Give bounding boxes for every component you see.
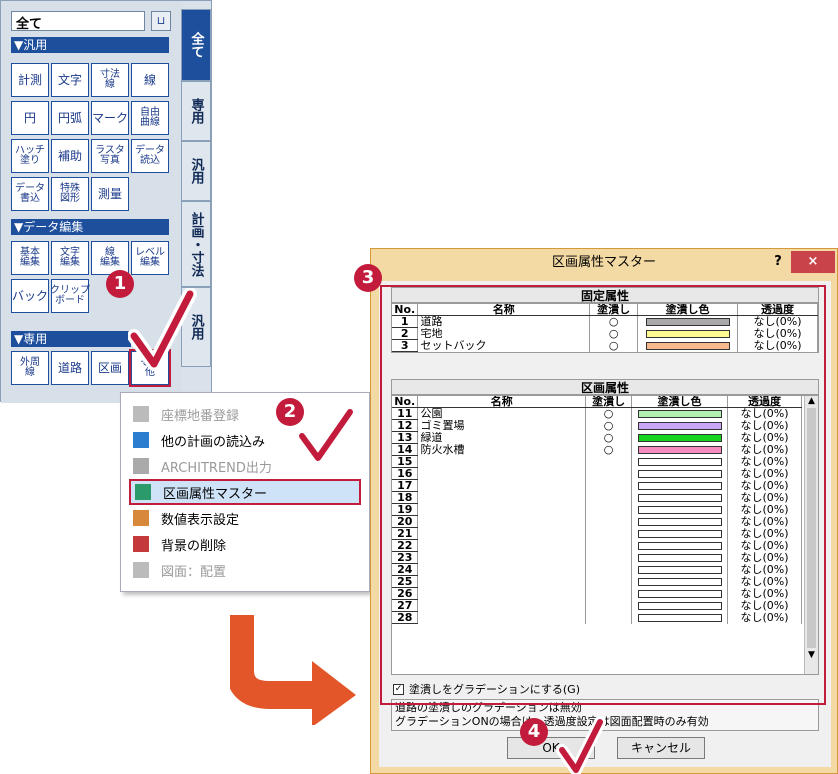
- tool-button[interactable]: 円: [11, 101, 49, 135]
- tool-button[interactable]: 基本 編集: [11, 241, 49, 275]
- tab-special[interactable]: 専用: [181, 81, 211, 141]
- menu-item-label: 他の計画の読込み: [161, 434, 266, 450]
- lot-attribute-master-dialog: 区画属性マスター ? × 固定属性 No. 名称 塗潰し 塗潰し色 透過度 1道…: [370, 248, 838, 774]
- tab-plan-dimension[interactable]: 計画・寸法: [181, 201, 211, 287]
- tool-button[interactable]: 測量: [91, 177, 129, 211]
- flow-arrow-icon: [230, 615, 356, 725]
- check-mark-icon: [128, 288, 197, 371]
- tool-button[interactable]: 計測: [11, 63, 49, 97]
- tool-button[interactable]: データ 書込: [11, 177, 49, 211]
- tool-button[interactable]: 円弧: [51, 101, 89, 135]
- help-button[interactable]: ?: [768, 251, 788, 273]
- tool-button[interactable]: クリップ ボード: [50, 279, 90, 313]
- tool-button[interactable]: 文字: [51, 63, 89, 97]
- menu-item[interactable]: 区画属性マスター: [129, 479, 361, 505]
- grid-icon: [133, 406, 149, 422]
- tool-button[interactable]: 特殊 図形: [51, 177, 89, 211]
- step-badge-4: 4: [520, 718, 548, 746]
- check-mark-icon: [296, 406, 356, 465]
- menu-item-label: ARCHITREND出力: [161, 460, 272, 476]
- numeric-display-icon: [133, 510, 149, 526]
- architrend-icon: [133, 458, 149, 474]
- menu-item-label: 座標地番登録: [161, 408, 240, 424]
- step-badge-3: 3: [354, 264, 382, 292]
- menu-item-label: 背景の削除: [161, 538, 227, 554]
- pin-button[interactable]: ⊔: [151, 11, 171, 31]
- tool-button[interactable]: 寸法 線: [91, 63, 129, 97]
- cancel-button[interactable]: キャンセル: [617, 737, 705, 759]
- menu-item-label: 数値表示設定: [161, 512, 240, 528]
- tool-button[interactable]: マーク: [91, 101, 129, 135]
- menu-item[interactable]: 数値表示設定: [129, 505, 361, 531]
- check-mark-icon: [556, 716, 606, 774]
- tool-button[interactable]: 外周 線: [11, 351, 49, 385]
- tool-button[interactable]: バック: [11, 279, 49, 313]
- tab-all[interactable]: 全て: [181, 9, 211, 81]
- tool-button[interactable]: 自由 曲線: [131, 101, 169, 135]
- tool-button[interactable]: 線: [131, 63, 169, 97]
- tab-general[interactable]: 汎用: [181, 141, 211, 201]
- tool-button[interactable]: ラスタ 写真: [91, 139, 129, 173]
- menu-item[interactable]: 背景の削除: [129, 531, 361, 557]
- menu-item-label: 区画属性マスター: [163, 486, 268, 502]
- close-button[interactable]: ×: [791, 251, 835, 273]
- section-data-edit[interactable]: ▼データ編集: [11, 219, 169, 235]
- tool-button[interactable]: 補助: [51, 139, 89, 173]
- lot-attribute-icon: [135, 484, 151, 500]
- drawing-layout-icon: [133, 562, 149, 578]
- tool-button[interactable]: 道路: [51, 351, 89, 385]
- tool-button[interactable]: 文字 編集: [51, 241, 89, 275]
- highlight-frame: [380, 285, 826, 705]
- menu-item[interactable]: 図面：配置: [129, 557, 361, 583]
- background-delete-icon: [133, 536, 149, 552]
- tool-button[interactable]: ハッチ 塗り: [11, 139, 49, 173]
- section-general[interactable]: ▼汎用: [11, 37, 169, 53]
- tool-button[interactable]: レベル 編集: [131, 241, 169, 275]
- tool-button[interactable]: データ 読込: [131, 139, 169, 173]
- color-grid-icon: [133, 432, 149, 448]
- category-combo[interactable]: 全て: [11, 11, 145, 32]
- menu-item-label: 図面：配置: [161, 564, 227, 580]
- tool-button[interactable]: 区画: [91, 351, 129, 385]
- section-special[interactable]: ▼専用: [11, 331, 131, 347]
